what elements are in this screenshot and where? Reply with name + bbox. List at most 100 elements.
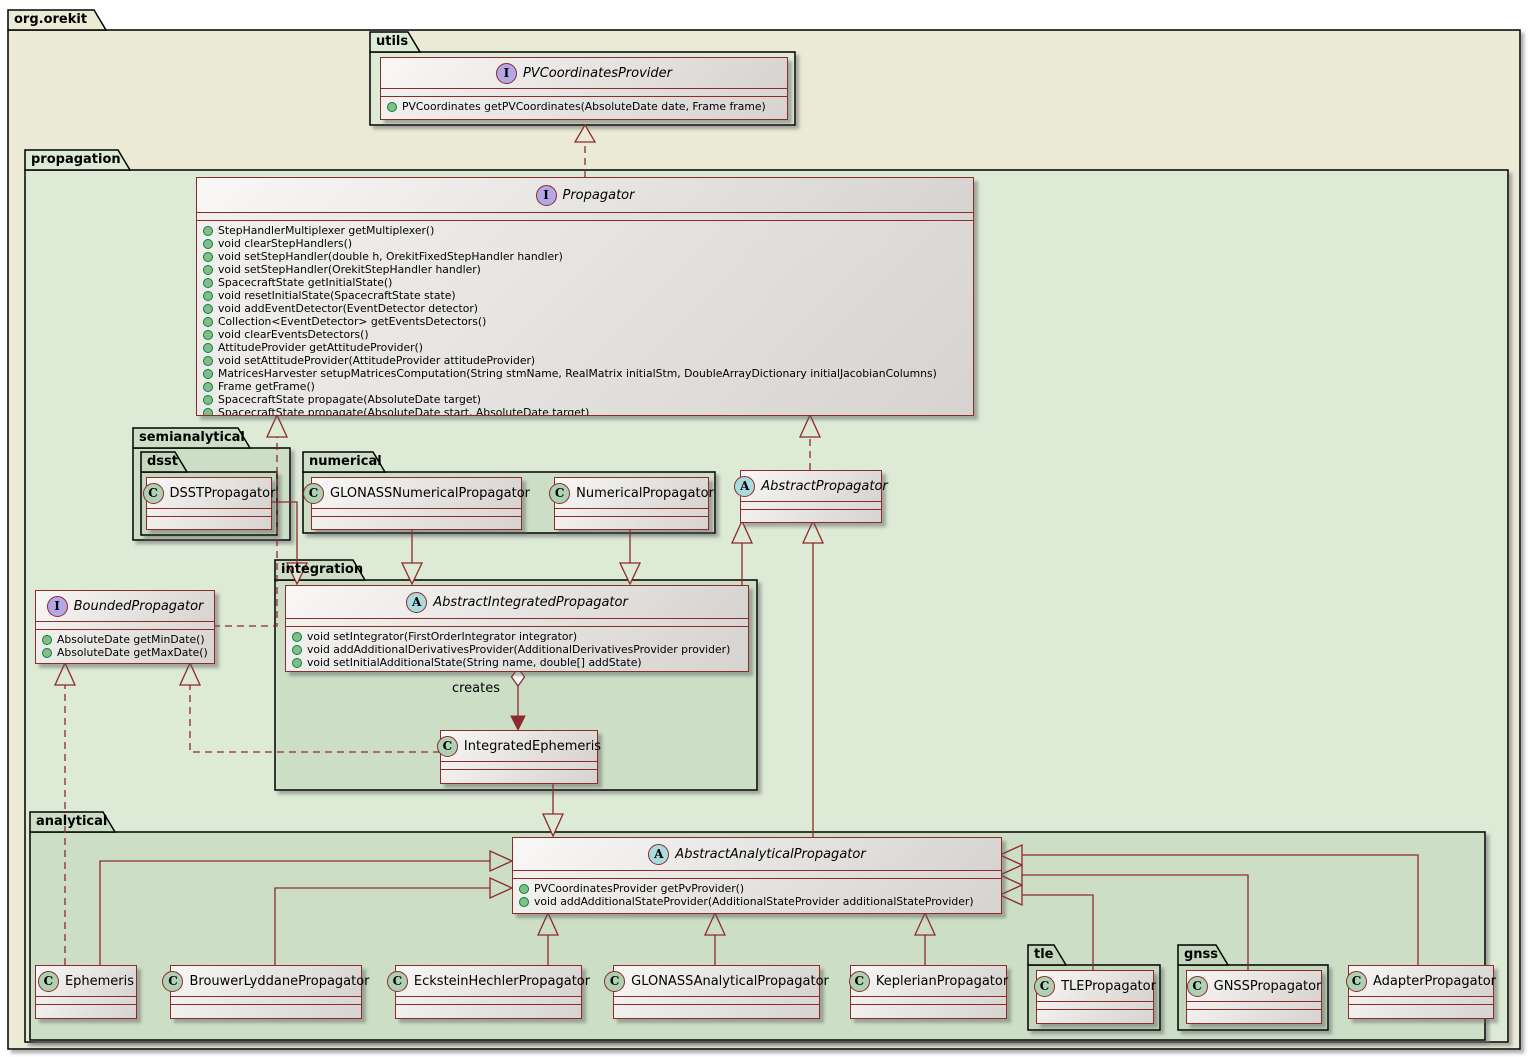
fields-compartment: [741, 502, 881, 510]
method: void clearEventsDetectors(): [203, 328, 967, 341]
methods-compartment: [171, 1005, 361, 1018]
method: SpacecraftState propagate(AbsoluteDate s…: [203, 406, 967, 415]
public-method-icon: [42, 648, 52, 658]
interface-icon: I: [536, 185, 557, 206]
methods-compartment: [312, 517, 521, 529]
class-name: BoundedPropagator: [74, 599, 204, 614]
interface-icon: I: [496, 63, 517, 84]
class-name: AdapterPropagator: [1373, 974, 1496, 989]
public-method-icon: [203, 239, 213, 249]
abstract-class-icon: A: [734, 476, 755, 497]
package-label-analytical: analytical: [36, 814, 107, 829]
class-adapterpropagator: C AdapterPropagator: [1348, 965, 1494, 1019]
class-icon: C: [303, 483, 324, 504]
class-title: C GLONASSAnalyticalPropagator: [614, 966, 819, 997]
public-method-icon: [387, 102, 397, 112]
class-icon: C: [1346, 971, 1367, 992]
class-gnsspropagator: C GNSSPropagator: [1186, 970, 1322, 1024]
class-name: AbstractAnalyticalPropagator: [675, 847, 865, 862]
class-title: I BoundedPropagator: [36, 591, 214, 622]
class-name: PVCoordinatesProvider: [523, 66, 672, 81]
class-abstractintegratedpropagator: A AbstractIntegratedPropagator void setI…: [285, 585, 749, 672]
class-name: TLEPropagator: [1061, 979, 1156, 994]
class-name: GLONASSAnalyticalPropagator: [631, 974, 829, 989]
public-method-icon: [203, 265, 213, 275]
public-method-icon: [203, 382, 213, 392]
class-title: C KeplerianPropagator: [851, 966, 1006, 997]
class-propagator: I Propagator StepHandlerMultiplexer getM…: [196, 177, 974, 416]
class-abstractpropagator: A AbstractPropagator: [740, 470, 882, 523]
methods-compartment: [36, 1005, 136, 1018]
public-method-icon: [203, 395, 213, 405]
methods-compartment: [441, 770, 597, 783]
method: void addAdditionalStateProvider(Addition…: [519, 895, 995, 908]
method: void addEventDetector(EventDetector dete…: [203, 302, 967, 315]
class-name: Ephemeris: [65, 974, 134, 989]
class-icon: C: [38, 971, 59, 992]
method: MatricesHarvester setupMatricesComputati…: [203, 367, 967, 380]
method: AttitudeProvider getAttitudeProvider(): [203, 341, 967, 354]
fields-compartment: [286, 619, 748, 627]
package-label-propagation: propagation: [31, 152, 121, 167]
class-name: GNSSPropagator: [1214, 979, 1322, 994]
public-method-icon: [292, 658, 302, 668]
fields-compartment: [513, 871, 1001, 879]
package-label-dsst: dsst: [147, 454, 178, 469]
methods-compartment: StepHandlerMultiplexer getMultiplexer() …: [197, 221, 973, 415]
method: void addAdditionalDerivativesProvider(Ad…: [292, 643, 742, 656]
class-title: C TLEPropagator: [1037, 971, 1153, 1002]
methods-compartment: [1187, 1010, 1321, 1023]
class-title: C GNSSPropagator: [1187, 971, 1321, 1002]
interface-icon: I: [47, 596, 68, 617]
method: Collection<EventDetector> getEventsDetec…: [203, 315, 967, 328]
method: void setIntegrator(FirstOrderIntegrator …: [292, 630, 742, 643]
method: PVCoordinatesProvider getPvProvider(): [519, 882, 995, 895]
public-method-icon: [203, 408, 213, 416]
fields-compartment: [36, 997, 136, 1005]
package-label-numerical: numerical: [309, 454, 382, 469]
class-name: NumericalPropagator: [576, 486, 714, 501]
method: PVCoordinates getPVCoordinates(AbsoluteD…: [387, 100, 781, 113]
method: void setStepHandler(OrekitStepHandler ha…: [203, 263, 967, 276]
method: void resetInitialState(SpacecraftState s…: [203, 289, 967, 302]
abstract-class-icon: A: [648, 844, 669, 865]
fields-compartment: [197, 213, 973, 221]
class-title: A AbstractAnalyticalPropagator: [513, 838, 1001, 871]
class-numericalpropagator: C NumericalPropagator: [554, 477, 709, 530]
package-label-org-orekit: org.orekit: [14, 12, 87, 27]
fields-compartment: [396, 997, 581, 1005]
method: AbsoluteDate getMinDate(): [42, 633, 208, 646]
public-method-icon: [203, 252, 213, 262]
class-brouwerlyddanepropagator: C BrouwerLyddanePropagator: [170, 965, 362, 1019]
methods-compartment: [147, 517, 271, 529]
class-name: KeplerianPropagator: [876, 974, 1008, 989]
class-title: C GLONASSNumericalPropagator: [312, 478, 521, 509]
public-method-icon: [203, 343, 213, 353]
package-label-integration: integration: [281, 562, 363, 577]
fields-compartment: [171, 997, 361, 1005]
public-method-icon: [203, 356, 213, 366]
class-ecksteinhechlerpropagator: C EcksteinHechlerPropagator: [395, 965, 582, 1019]
public-method-icon: [203, 330, 213, 340]
class-integratedephemeris: C IntegratedEphemeris: [440, 730, 598, 784]
public-method-icon: [292, 632, 302, 642]
methods-compartment: PVCoordinates getPVCoordinates(AbsoluteD…: [381, 97, 787, 119]
method: AbsoluteDate getMaxDate(): [42, 646, 208, 659]
methods-compartment: [555, 517, 708, 529]
class-pvcoordinatesprovider: I PVCoordinatesProvider PVCoordinates ge…: [380, 57, 788, 120]
method: SpacecraftState getInitialState(): [203, 276, 967, 289]
class-name: AbstractPropagator: [761, 479, 888, 494]
class-title: C EcksteinHechlerPropagator: [396, 966, 581, 997]
fields-compartment: [851, 997, 1006, 1005]
class-icon: C: [387, 971, 408, 992]
methods-compartment: void setIntegrator(FirstOrderIntegrator …: [286, 627, 748, 671]
fields-compartment: [312, 509, 521, 517]
methods-compartment: PVCoordinatesProvider getPvProvider() vo…: [513, 879, 1001, 913]
fields-compartment: [1349, 997, 1493, 1005]
class-boundedpropagator: I BoundedPropagator AbsoluteDate getMinD…: [35, 590, 215, 664]
class-name: Propagator: [563, 188, 635, 203]
class-icon: C: [849, 971, 870, 992]
class-dsstpropagator: C DSSTPropagator: [146, 477, 272, 530]
method: void clearStepHandlers(): [203, 237, 967, 250]
methods-compartment: [851, 1005, 1006, 1018]
